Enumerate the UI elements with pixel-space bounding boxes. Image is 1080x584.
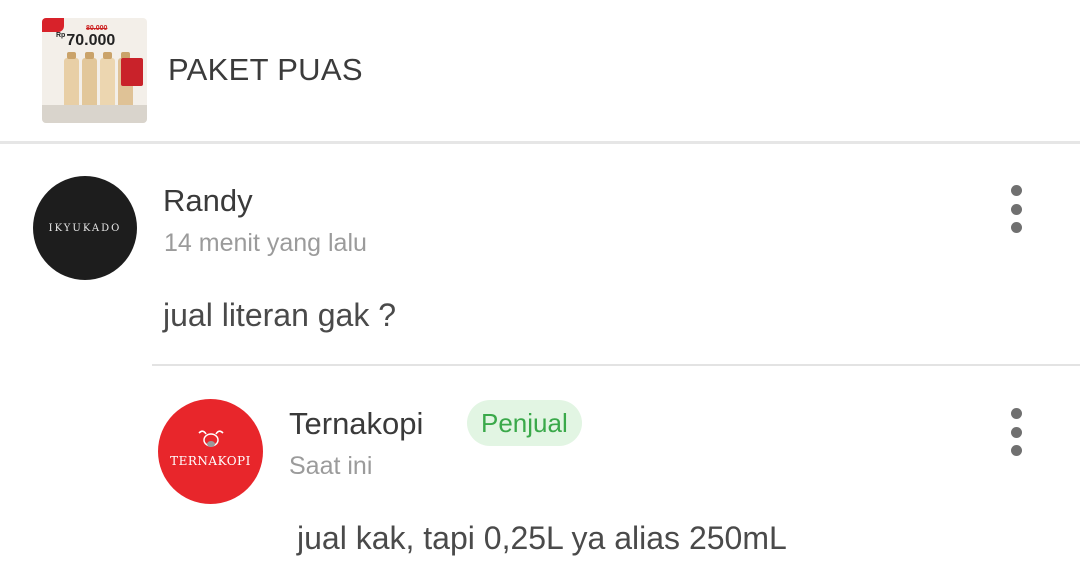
- comment-author[interactable]: Randy: [163, 183, 253, 219]
- comment-message: jual literan gak ?: [163, 297, 397, 333]
- comment-time: 14 menit yang lalu: [164, 229, 367, 257]
- discussion-page: 80.000 Rp70.000 PAKET PUAS IKYUKADO Rand…: [0, 0, 1080, 584]
- kebab-dot: [1010, 408, 1022, 419]
- reply-message: jual kak, tapi 0,25L ya alias 250mL: [297, 520, 787, 556]
- comment: IKYUKADO Randy 14 menit yang lalu jual l…: [0, 0, 1080, 364]
- kebab-dot: [1010, 203, 1022, 215]
- seller-avatar[interactable]: TERNAKOPI: [158, 399, 263, 504]
- more-vertical-icon[interactable]: [1006, 185, 1026, 233]
- avatar[interactable]: IKYUKADO: [33, 176, 137, 280]
- seller-badge: Penjual: [467, 400, 582, 446]
- kebab-dot: [1010, 185, 1022, 196]
- reply: TERNAKOPI Ternakopi Penjual Saat ini jua…: [0, 366, 1080, 584]
- seller-logo-text: TERNAKOPI: [170, 453, 251, 468]
- more-vertical-icon[interactable]: [1006, 408, 1026, 456]
- kebab-dot: [1010, 222, 1022, 233]
- kebab-dot: [1010, 426, 1022, 438]
- reply-author[interactable]: Ternakopi: [289, 406, 423, 442]
- reply-time: Saat ini: [289, 452, 373, 480]
- kebab-dot: [1010, 445, 1022, 456]
- cow-logo-icon: [197, 430, 224, 447]
- avatar-logo-text: IKYUKADO: [48, 222, 122, 234]
